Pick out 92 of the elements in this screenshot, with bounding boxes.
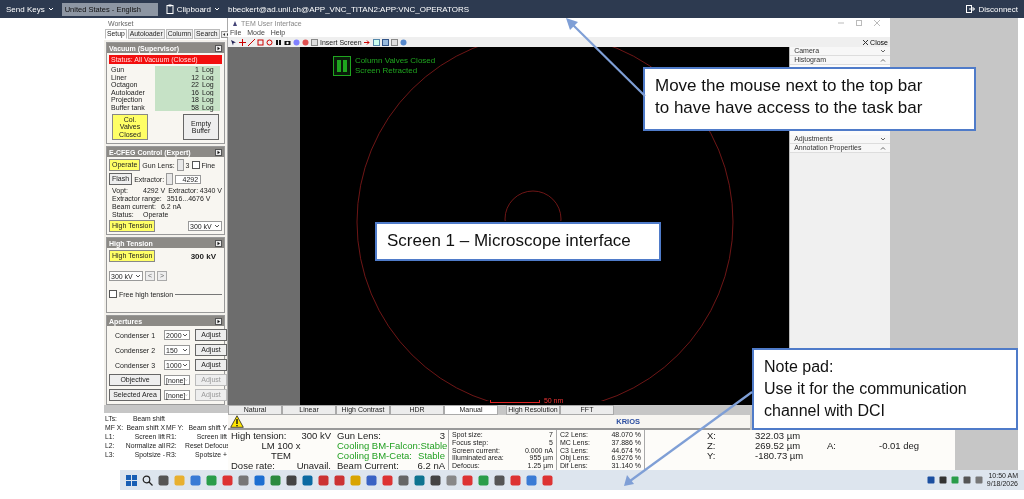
app-icon[interactable] [494, 474, 505, 486]
app-icon[interactable] [462, 474, 473, 486]
callout-text: Screen 1 – Microscope interface [375, 222, 661, 261]
stage-label: Y: [707, 451, 717, 461]
crosshair-icon[interactable] [239, 38, 246, 46]
caret-icon [182, 332, 188, 338]
app-icon[interactable] [238, 474, 249, 486]
caret-icon [135, 273, 141, 279]
stage-label: A: [827, 441, 837, 451]
warning-icon [230, 415, 244, 428]
app-icon[interactable] [430, 474, 441, 486]
voltage-value: 300 kV [190, 251, 216, 261]
stage-value: 322.03 µm [755, 431, 802, 441]
app-icon[interactable] [414, 474, 425, 486]
expand-icon[interactable] [215, 148, 222, 156]
readout-value: Stable [420, 441, 448, 451]
windows-logo-icon[interactable] [126, 474, 137, 486]
readout-label: Cooling BM-Ceta: [337, 451, 412, 461]
clipboard-menu[interactable]: Clipboard [165, 4, 220, 14]
checkbox[interactable] [109, 290, 117, 298]
session-name: bbeckert@ad.unil.ch@APP_VNC_TITAN2:APP:VNC_OPERATORS [227, 4, 470, 14]
app-icon[interactable] [254, 474, 265, 486]
pause-icon[interactable] [275, 38, 282, 46]
app-icon[interactable] [270, 474, 281, 486]
caret-icon [185, 392, 188, 398]
spinner-control[interactable] [176, 159, 184, 171]
app-icon[interactable] [334, 474, 345, 486]
stage-value: 269.52 µm [755, 441, 802, 451]
caret-icon [185, 377, 188, 383]
window-icon[interactable] [372, 38, 380, 46]
pause-icon [332, 56, 351, 76]
readout-value: TEM [269, 451, 293, 461]
spinner-control[interactable] [166, 173, 174, 185]
stage-value: -0.01 deg [879, 441, 921, 451]
expand-icon[interactable] [215, 239, 222, 247]
grid-icon[interactable] [381, 38, 389, 46]
caret-icon [182, 347, 188, 353]
stage-label: Z: [707, 441, 717, 451]
readout-value: 300 kV [301, 431, 331, 441]
app-icon[interactable] [318, 474, 329, 486]
scale-bar [489, 400, 540, 403]
readout-value: Unavail. [296, 461, 331, 471]
status-text: Column Valves Closed [354, 56, 436, 66]
callout-text: Note pad: Use it for the communication channel with DCI [752, 348, 1018, 430]
frame-icon[interactable] [390, 38, 398, 46]
readout-label: Beam Current: [337, 461, 399, 471]
expand-icon[interactable] [215, 317, 222, 325]
readout-label: Gun Lens: [337, 431, 381, 441]
caret-icon [47, 6, 54, 12]
exit-icon [966, 5, 976, 13]
app-icon[interactable] [510, 474, 521, 486]
expand-icon[interactable] [215, 44, 222, 52]
app-icon[interactable] [366, 474, 377, 486]
caret-icon [213, 6, 220, 12]
rectangle-tool-icon[interactable] [257, 38, 264, 46]
readout-value: Stable [418, 451, 445, 461]
callout-text: Move the mouse next to the top bar to have have access to the task bar [643, 67, 976, 131]
app-icon[interactable] [382, 474, 393, 486]
app-icon[interactable] [222, 474, 233, 486]
checkbox[interactable] [191, 161, 200, 169]
pointer-icon[interactable] [230, 38, 237, 46]
app-icon[interactable] [158, 474, 169, 486]
caret-icon [182, 362, 188, 368]
readout-value: LM 100 x [260, 441, 302, 451]
readout-label: Dose rate: [231, 461, 275, 471]
inner-circle-outline [503, 190, 562, 221]
clipboard-icon [165, 4, 174, 14]
circle-tool-icon[interactable] [266, 38, 273, 46]
app-icon[interactable] [542, 474, 553, 486]
stage-label: X: [707, 431, 717, 441]
app-icon[interactable] [526, 474, 537, 486]
app-icon[interactable] [398, 474, 409, 486]
close-icon [863, 39, 869, 45]
disconnect-button[interactable]: Disconnect [966, 4, 1018, 14]
frame-icon[interactable] [311, 38, 318, 46]
readout-value: 3 [439, 431, 445, 441]
app-icon[interactable] [302, 474, 313, 486]
arrow-tool-icon[interactable] [363, 38, 371, 46]
app-icon [232, 19, 238, 27]
search-icon[interactable] [142, 474, 153, 486]
stage-value: -180.73 µm [755, 451, 805, 461]
send-keys-menu[interactable]: Send Keys [6, 4, 54, 14]
status-text: Screen Retracted [354, 66, 419, 76]
globe-icon[interactable] [399, 38, 407, 46]
readout-label: High tension: [231, 431, 287, 441]
caret-icon [214, 223, 220, 229]
readout-label: Cooling BM-Falcon: [337, 441, 421, 451]
app-icon[interactable] [286, 474, 297, 486]
readout-value: 6.2 nA [417, 461, 445, 471]
camera-icon[interactable] [284, 38, 291, 46]
line-tool-icon[interactable] [248, 38, 255, 46]
app-icon[interactable] [190, 474, 201, 486]
